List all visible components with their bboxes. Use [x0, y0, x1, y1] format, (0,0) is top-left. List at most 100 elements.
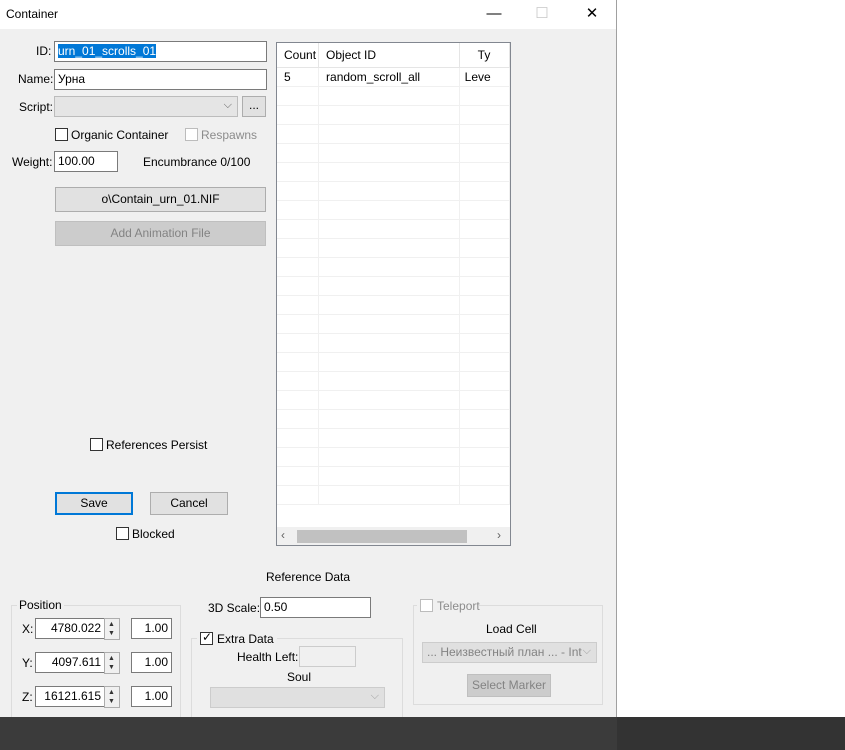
inventory-header-row: Count Object ID Ty: [277, 43, 510, 68]
script-label: Script:: [19, 100, 54, 114]
chevron-down-icon: ⌵: [223, 99, 232, 111]
z-position-field[interactable]: 16121.615: [35, 686, 105, 707]
script-browse-button[interactable]: ...: [242, 96, 266, 117]
table-row: [277, 314, 510, 334]
weight-field[interactable]: 100.00: [54, 151, 118, 172]
chevron-right-icon[interactable]: ›: [497, 528, 501, 542]
column-header-type[interactable]: Ty: [459, 43, 510, 68]
x-position-field[interactable]: 4780.022: [35, 618, 105, 639]
load-cell-dropdown-value: ... Неизвестный план ... - Int: [427, 645, 582, 659]
scrollbar-thumb[interactable]: [297, 530, 467, 543]
soul-dropdown[interactable]: ⌵: [210, 687, 385, 708]
triangle-down-icon[interactable]: ▼: [108, 698, 115, 706]
position-title: Position: [17, 598, 64, 612]
table-row: [277, 105, 510, 125]
scale-field[interactable]: 0.50: [260, 597, 371, 618]
chevron-left-icon[interactable]: ‹: [281, 528, 285, 542]
add-animation-file-button[interactable]: Add Animation File: [55, 221, 266, 246]
table-row: [277, 200, 510, 220]
table-row: [277, 409, 510, 429]
close-button[interactable]: ✕: [569, 0, 615, 29]
soul-label: Soul: [287, 670, 312, 684]
y-position-field[interactable]: 4097.611: [35, 652, 105, 673]
scale-label: 3D Scale:: [208, 601, 261, 615]
table-row: [277, 238, 510, 258]
inventory-table: Count Object ID Ty 5 random_scroll_all L…: [277, 43, 510, 505]
triangle-up-icon[interactable]: ▲: [108, 689, 115, 697]
extra-data-label: Extra Data: [217, 632, 274, 646]
references-persist-checkbox[interactable]: [90, 438, 103, 451]
inventory-list[interactable]: Count Object ID Ty 5 random_scroll_all L…: [276, 42, 511, 546]
name-field[interactable]: Урна: [54, 69, 267, 90]
x-label: X:: [22, 622, 34, 636]
x-rotation-field[interactable]: 1.00: [131, 618, 172, 639]
organic-checkbox[interactable]: [55, 128, 68, 141]
window-title: Container: [6, 7, 59, 21]
table-row: [277, 124, 510, 144]
id-field[interactable]: urn_01_scrolls_01: [54, 41, 267, 62]
table-row[interactable]: 5 random_scroll_all Leve: [277, 67, 510, 87]
table-row: [277, 219, 510, 239]
table-cell-type: Leve: [459, 67, 510, 87]
weight-label: Weight:: [12, 155, 53, 169]
table-row: [277, 257, 510, 277]
respawns-label: Respawns: [201, 128, 258, 142]
table-cell-count: 5: [277, 67, 320, 87]
name-label: Name:: [18, 72, 54, 86]
table-row: [277, 143, 510, 163]
column-header-count[interactable]: Count: [277, 43, 320, 68]
y-label: Y:: [22, 656, 33, 670]
table-row: [277, 162, 510, 182]
triangle-up-icon[interactable]: ▲: [108, 655, 115, 663]
minimize-button[interactable]: —: [471, 0, 517, 29]
table-row: [277, 485, 510, 505]
taskbar-window-region: [0, 717, 617, 750]
table-row: [277, 181, 510, 201]
table-row: [277, 295, 510, 315]
cancel-button[interactable]: Cancel: [150, 492, 228, 515]
table-row: [277, 333, 510, 353]
teleport-checkbox[interactable]: [420, 599, 433, 612]
table-row: [277, 371, 510, 391]
load-cell-dropdown[interactable]: ... Неизвестный план ... - Int ⌵: [422, 642, 597, 663]
table-cell-object-id: random_scroll_all: [318, 67, 460, 87]
respawns-checkbox[interactable]: [185, 128, 198, 141]
checkmark-icon: ✓: [202, 630, 213, 644]
table-row: [277, 352, 510, 372]
triangle-up-icon[interactable]: ▲: [108, 621, 115, 629]
x-spinner[interactable]: ▲ ▼: [104, 618, 120, 640]
model-path-button[interactable]: o\Contain_urn_01.NIF: [55, 187, 266, 212]
teleport-label: Teleport: [437, 599, 480, 613]
table-row: [277, 86, 510, 106]
z-spinner[interactable]: ▲ ▼: [104, 686, 120, 708]
y-rotation-field[interactable]: 1.00: [131, 652, 172, 673]
save-button[interactable]: Save: [55, 492, 133, 515]
script-dropdown[interactable]: ⌵: [54, 96, 238, 117]
select-marker-button[interactable]: Select Marker: [467, 674, 551, 697]
table-row: [277, 466, 510, 486]
health-left-label: Health Left:: [237, 650, 299, 664]
id-field-value: urn_01_scrolls_01: [58, 44, 157, 58]
z-rotation-field[interactable]: 1.00: [131, 686, 172, 707]
encumbrance-text: Encumbrance 0/100: [143, 155, 251, 169]
load-cell-label: Load Cell: [486, 622, 537, 636]
table-row: [277, 276, 510, 296]
chevron-down-icon: ⌵: [370, 690, 379, 702]
z-label: Z:: [22, 690, 33, 704]
column-header-object-id[interactable]: Object ID: [318, 43, 460, 68]
triangle-down-icon[interactable]: ▼: [108, 664, 115, 672]
id-label: ID:: [36, 44, 52, 58]
health-left-field[interactable]: [299, 646, 356, 667]
y-spinner[interactable]: ▲ ▼: [104, 652, 120, 674]
table-row: [277, 428, 510, 448]
table-row: [277, 390, 510, 410]
reference-data-title: Reference Data: [266, 570, 351, 584]
table-row: [277, 447, 510, 467]
organic-label: Organic Container: [71, 128, 169, 142]
chevron-down-icon: ⌵: [582, 645, 591, 658]
extra-data-checkbox[interactable]: ✓: [200, 630, 213, 645]
triangle-down-icon[interactable]: ▼: [108, 630, 115, 638]
blocked-label: Blocked: [132, 527, 175, 541]
blocked-checkbox[interactable]: [116, 527, 129, 540]
maximize-button[interactable]: ☐: [519, 0, 565, 29]
